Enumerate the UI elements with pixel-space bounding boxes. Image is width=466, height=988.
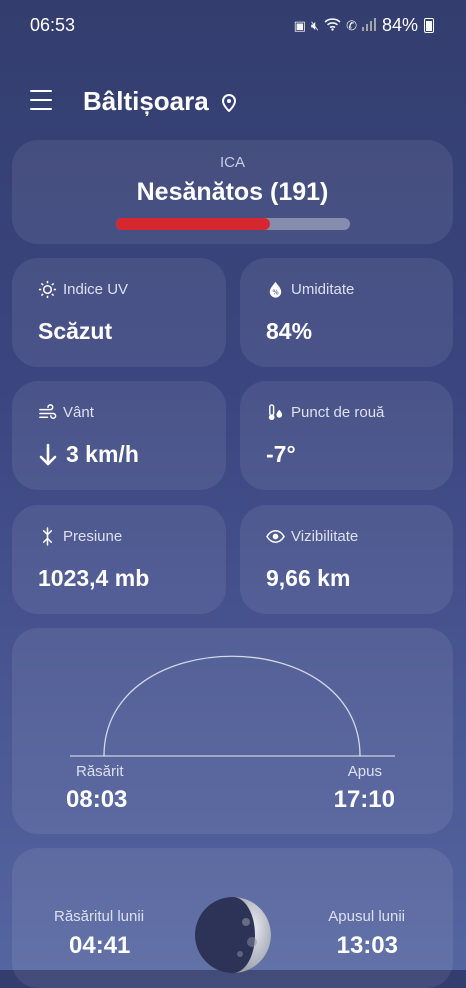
moonrise-label: Răsăritul lunii (54, 908, 145, 925)
pressure-value: 1023,4 mb (38, 565, 150, 591)
status-right: ▣ 🔇︎ ✆ 84% (294, 15, 434, 36)
uv-index-tile[interactable]: Indice UV Scăzut (12, 258, 226, 367)
wind-value-row: 3 km/h (38, 441, 139, 468)
aqi-value: Nesănătos (191) (136, 178, 329, 206)
sunrise-time: 08:03 (66, 786, 128, 813)
pressure-icon (42, 527, 53, 546)
uv-index-label-row: Indice UV (38, 280, 128, 299)
signal-icon (361, 17, 376, 34)
pressure-tile[interactable]: Presiune 1023,4 mb (12, 505, 226, 614)
location-pin-icon (221, 88, 236, 119)
dew-point-label: Punct de rouă (291, 404, 385, 421)
wind-label: Vânt (63, 404, 94, 421)
moonset-label: Apusul lunii (328, 908, 405, 925)
battery-percent: 84% (381, 15, 418, 35)
status-time: 06:53 (30, 15, 76, 35)
sun-icon (38, 280, 57, 299)
moon-card[interactable]: Răsăritul lunii Apusul lunii 04:41 13:03 (12, 848, 453, 988)
aqi-bar (116, 218, 350, 230)
menu-icon[interactable] (30, 90, 52, 110)
wind-tile[interactable]: Vânt 3 km/h (12, 381, 226, 490)
aqi-label: ICA (219, 154, 245, 171)
dew-point-tile[interactable]: Punct de rouă -7° (240, 381, 453, 490)
sun-card[interactable]: Răsărit Apus 08:03 17:10 (12, 628, 453, 834)
sun-arc (70, 655, 395, 757)
status-icons: ▣ 🔇︎ ✆ (293, 17, 376, 34)
call-icon: ✆ (346, 17, 357, 33)
nfc-icon: ▣ (293, 17, 306, 33)
app-header: Bâltișoara (0, 78, 466, 126)
sunset-label: Apus (347, 763, 382, 780)
moonrise-time: 04:41 (69, 932, 131, 959)
svg-text:%: % (272, 289, 278, 297)
humidity-tile[interactable]: % Umiditate 84% (240, 258, 453, 367)
dew-point-value: -7° (266, 441, 296, 467)
humidity-icon: % (269, 281, 282, 298)
sunrise-label: Răsărit (76, 763, 124, 780)
wind-value: 3 km/h (66, 441, 139, 467)
sunset-time: 17:10 (333, 786, 395, 813)
dew-point-label-row: Punct de rouă (266, 403, 384, 422)
pressure-label: Presiune (63, 528, 123, 545)
dew-point-icon (268, 404, 283, 421)
mute-icon: 🔇︎ (310, 17, 320, 33)
arrow-down-icon (39, 443, 57, 465)
eye-icon (266, 530, 285, 543)
wind-icon (39, 404, 57, 419)
city-name: Bâltișoara (83, 86, 209, 116)
location-title[interactable]: Bâltișoara (83, 86, 236, 119)
wind-label-row: Vânt (38, 403, 94, 422)
wifi-icon (324, 17, 341, 34)
uv-index-value: Scăzut (38, 318, 113, 344)
moon-phase-icon (195, 897, 271, 973)
visibility-tile[interactable]: Vizibilitate 9,66 km (240, 505, 453, 614)
visibility-label: Vizibilitate (291, 528, 359, 545)
humidity-label: Umiditate (291, 281, 355, 298)
moonset-time: 13:03 (336, 932, 398, 959)
pressure-label-row: Presiune (38, 527, 122, 546)
uv-index-label: Indice UV (63, 281, 129, 298)
visibility-value: 9,66 km (266, 565, 351, 591)
humidity-label-row: % Umiditate (266, 280, 354, 299)
aqi-bar-fill (116, 218, 271, 230)
status-bar: 06:53 ▣ 🔇︎ ✆ 84% (0, 0, 466, 50)
humidity-value: 84% (266, 318, 313, 344)
visibility-label-row: Vizibilitate (266, 527, 358, 546)
battery-icon (424, 18, 434, 33)
aqi-card[interactable]: ICA Nesănătos (191) (12, 140, 453, 244)
